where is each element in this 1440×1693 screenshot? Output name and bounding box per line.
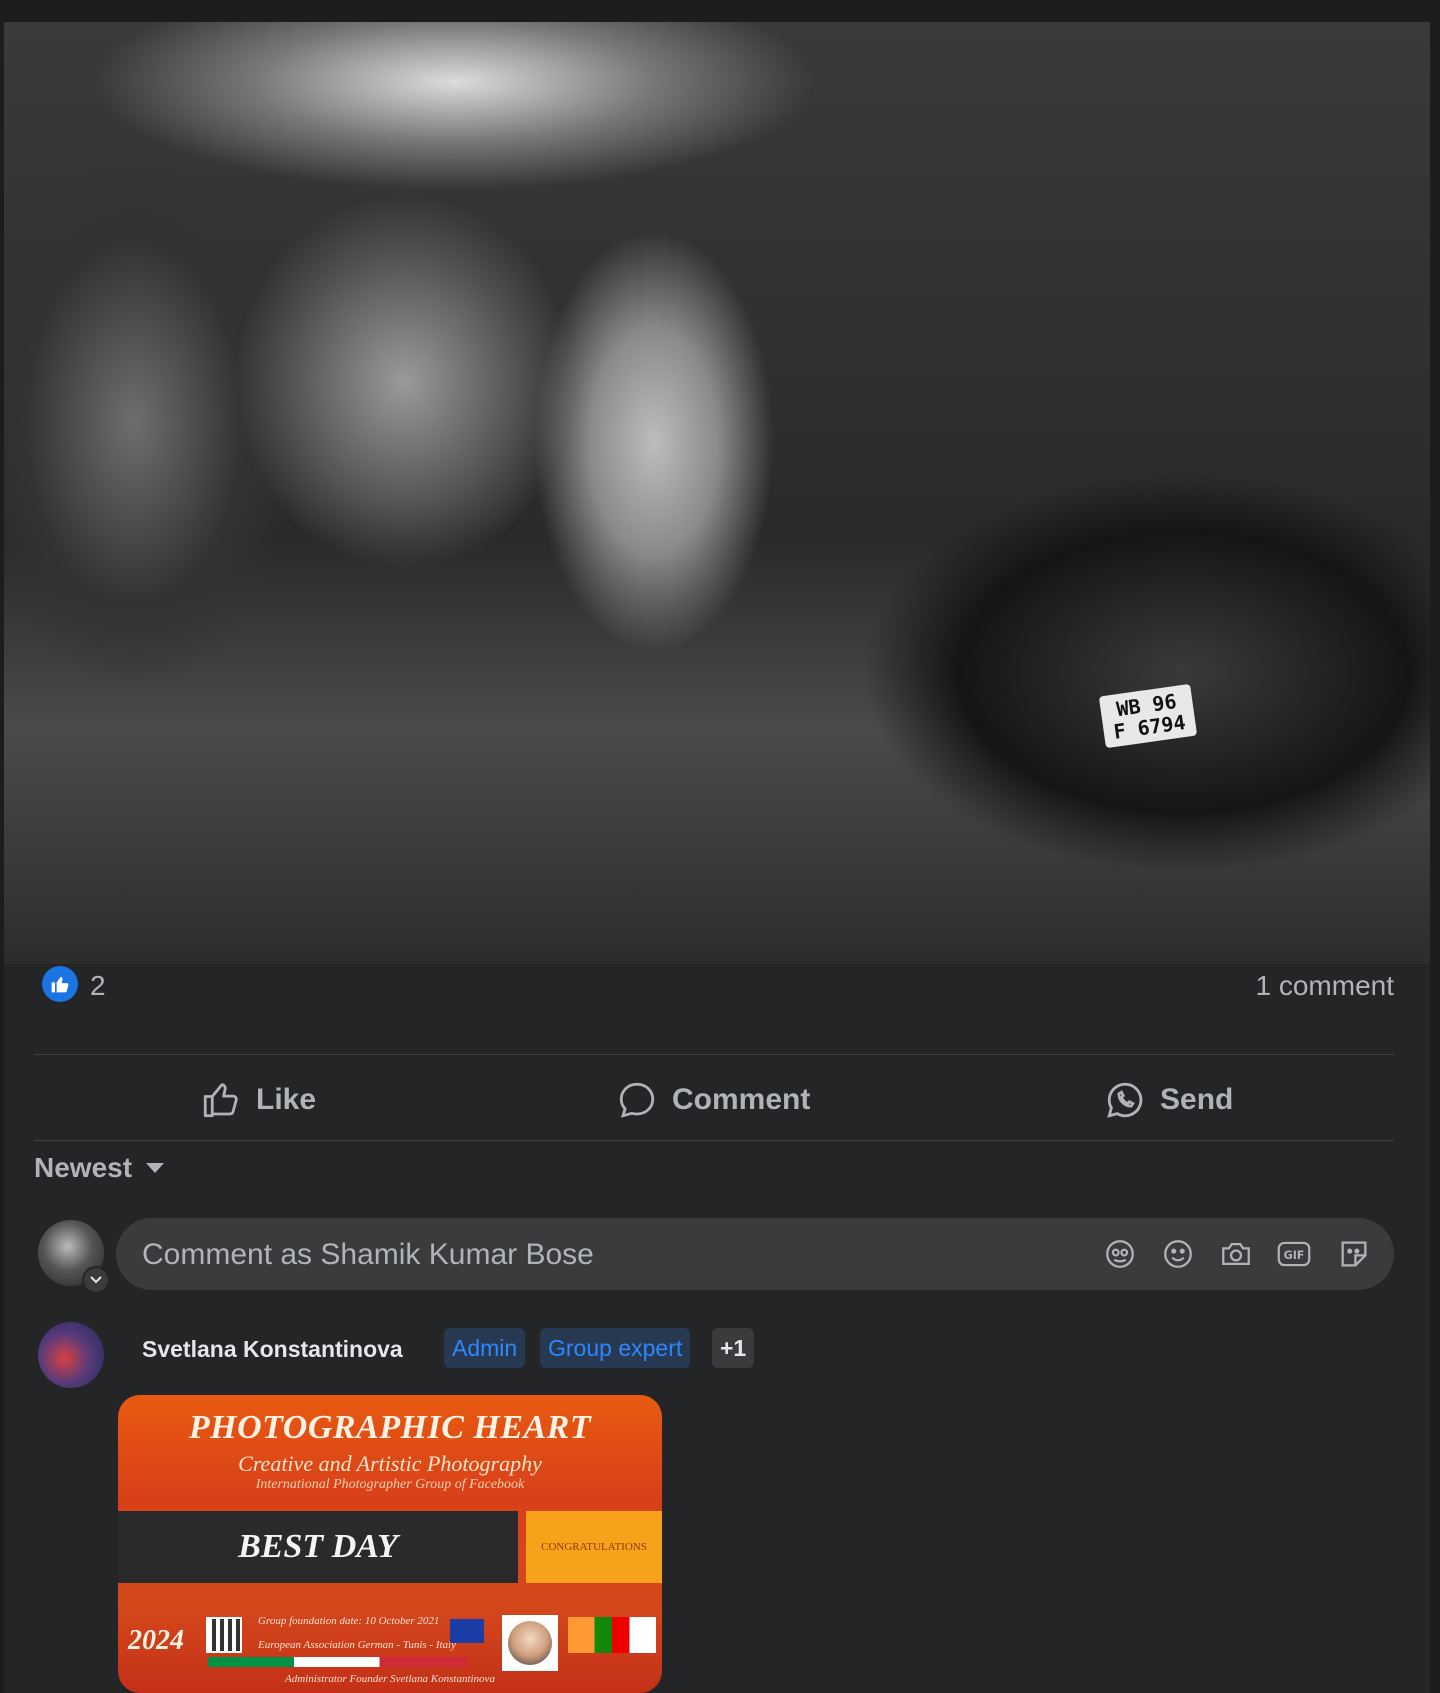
- divider: [34, 1054, 1394, 1055]
- whatsapp-icon: [1107, 1082, 1143, 1118]
- sticker-portrait: [502, 1615, 558, 1671]
- sticker-icon[interactable]: [1336, 1236, 1372, 1272]
- avatar-sticker-icon[interactable]: [1102, 1236, 1138, 1272]
- emoji-icon[interactable]: [1160, 1236, 1196, 1272]
- qr-code-icon: [206, 1617, 242, 1653]
- comment-bubble-icon: [619, 1082, 655, 1118]
- gif-icon[interactable]: GIF: [1276, 1236, 1312, 1272]
- like-reaction-icon[interactable]: [42, 966, 78, 1002]
- sticker-subtitle-2: International Photographer Group of Face…: [255, 1477, 525, 1492]
- sticker-year: 2024: [128, 1625, 184, 1656]
- comment-input[interactable]: [140, 1218, 1044, 1292]
- sticker-band: BEST DAY: [118, 1511, 518, 1583]
- sticker-association: European Association German - Tunis - It…: [258, 1639, 456, 1651]
- send-label: Send: [1160, 1083, 1234, 1116]
- more-badges[interactable]: +1: [712, 1328, 755, 1368]
- comment-composer: GIF: [116, 1218, 1394, 1292]
- admin-badge[interactable]: Admin: [444, 1328, 526, 1368]
- avatar-dropdown-icon[interactable]: [82, 1266, 110, 1294]
- caret-down-icon: [146, 1163, 165, 1173]
- commenter-avatar[interactable]: [38, 1322, 104, 1388]
- comment-sticker-image[interactable]: PHOTOGRAPHIC HEART Creative and Artistic…: [118, 1395, 662, 1693]
- sticker-band-text: BEST DAY: [238, 1528, 398, 1565]
- camera-icon[interactable]: [1218, 1236, 1254, 1272]
- comment-button[interactable]: Comment: [616, 1058, 810, 1142]
- comment-count[interactable]: 1 comment: [1256, 970, 1395, 1002]
- sticker-admin: Administrator Founder Svetlana Konstanti…: [285, 1673, 495, 1685]
- sticker-title: PHOTOGRAPHIC HEART: [188, 1409, 592, 1446]
- license-plate: WB 96 F 6794: [1098, 683, 1198, 749]
- sticker-subtitle: Creative and Artistic Photography: [238, 1451, 542, 1476]
- post-photo[interactable]: WB 96 F 6794: [4, 22, 1430, 964]
- comment-label: Comment: [672, 1083, 811, 1116]
- svg-text:GIF: GIF: [1284, 1249, 1305, 1262]
- comment-author[interactable]: Svetlana Konstantinova: [142, 1336, 403, 1363]
- sort-dropdown[interactable]: Newest: [34, 1152, 166, 1184]
- reaction-stats: 2 1 comment: [34, 960, 1394, 1006]
- reaction-count[interactable]: 2: [90, 970, 106, 1002]
- italian-stripe: [208, 1657, 468, 1667]
- like-label: Like: [256, 1083, 317, 1116]
- sticker-founded: Group foundation date: 10 October 2021: [258, 1615, 440, 1627]
- flags-icon: [568, 1617, 656, 1653]
- sort-label: Newest: [34, 1152, 133, 1183]
- thumbs-up-icon: [203, 1083, 238, 1118]
- sticker-side-label: CONGRATULATIONS: [526, 1511, 662, 1583]
- eu-flag-icon: [450, 1619, 484, 1643]
- action-bar: Like Comment Send: [34, 1058, 1394, 1142]
- like-button[interactable]: Like: [200, 1058, 316, 1142]
- top-bar: [0, 0, 1440, 22]
- group-expert-badge[interactable]: Group expert: [540, 1328, 691, 1368]
- divider: [34, 1140, 1394, 1141]
- send-button[interactable]: Send: [1104, 1058, 1233, 1142]
